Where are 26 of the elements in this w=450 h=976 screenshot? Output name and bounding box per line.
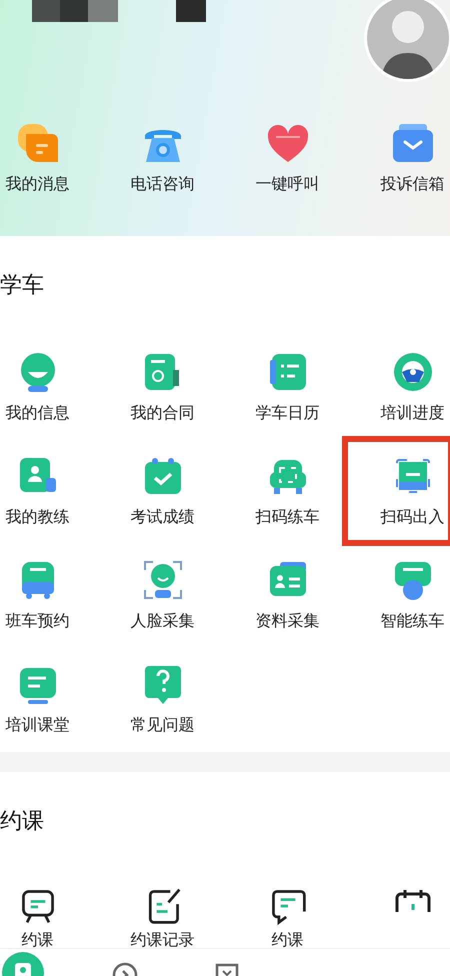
menu-label[interactable]: 我的合同 [130,403,194,423]
menu-label[interactable]: 人脸采集 [130,611,194,631]
menu-label[interactable]: 常见问题 [130,715,194,735]
menu-label[interactable]: 智能练车 [380,611,444,631]
menu-label[interactable]: 资料采集 [256,611,320,631]
action-label[interactable]: 一键呼叫 [256,174,320,195]
compass-icon [112,962,138,976]
menu-label[interactable]: 培训课堂 [6,715,70,735]
menu-label[interactable]: 我的信息 [6,403,70,423]
menu-label[interactable]: 我的教练 [6,507,70,527]
menu-label[interactable]: 学车日历 [256,403,320,423]
book-icon [214,962,240,976]
profile-icon [14,962,32,976]
section-title: 约课 [0,808,45,836]
menu-label[interactable]: 约课 [22,930,54,950]
menu-label[interactable]: 约课 [272,930,304,950]
section-title: 学车 [0,272,45,300]
action-label[interactable]: 我的消息 [6,174,70,195]
action-label[interactable]: 电话咨询 [130,174,194,195]
action-label[interactable]: 投诉信箱 [380,174,444,195]
menu-label[interactable]: 考试成绩 [130,507,194,527]
menu-label[interactable]: 扫码出入 [380,507,444,527]
menu-label[interactable]: 扫码练车 [256,507,320,527]
menu-label[interactable]: 班车预约 [6,611,70,631]
menu-label[interactable]: 约课记录 [130,930,194,950]
menu-label[interactable]: 培训进度 [380,403,444,423]
